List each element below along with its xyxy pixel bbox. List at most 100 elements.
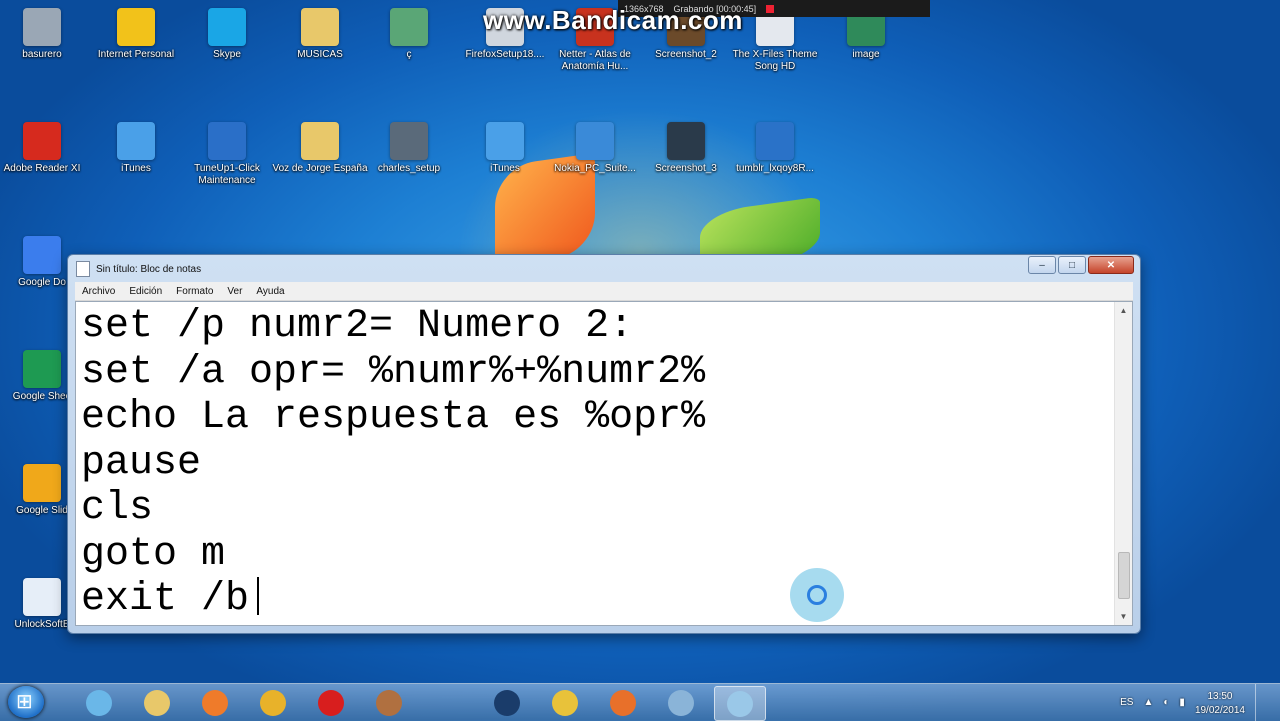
show-desktop-button[interactable]	[1255, 684, 1268, 721]
scroll-up-icon[interactable]: ▲	[1115, 302, 1132, 319]
language-indicator[interactable]: ES	[1120, 697, 1133, 708]
media-player-icon	[202, 689, 228, 716]
volume-icon[interactable]: ◐	[1163, 697, 1169, 708]
desktop-icon[interactable]: Adobe Reader XI	[0, 122, 90, 175]
taskbar-button-folder[interactable]	[132, 686, 182, 719]
desktop-icon-label: MUSICAS	[297, 49, 343, 60]
itunes-icon	[486, 122, 524, 160]
desktop-icon-label: iTunes	[121, 163, 151, 174]
desktop-icon[interactable]: ç	[361, 8, 457, 61]
menu-bar: Archivo Edición Formato Ver Ayuda	[75, 282, 1133, 301]
desktop-icon-label: charles_setup	[377, 163, 441, 174]
desktop-icon[interactable]: iTunes	[457, 122, 553, 175]
personal-icon	[117, 8, 155, 46]
scroll-down-icon[interactable]: ▼	[1115, 608, 1132, 625]
firefox-icon	[610, 689, 636, 716]
guitar-icon	[376, 689, 402, 716]
code-line: goto m	[81, 531, 226, 577]
notepad-icon	[727, 690, 753, 717]
desktop-icon-label: The X-Files Theme Song HD	[732, 49, 818, 72]
desktop-icon-label: TuneUp1-Click Maintenance	[194, 163, 260, 186]
system-tray: ES ▲ ◐ ▮ 13:50 19/02/2014	[1120, 684, 1280, 721]
text-editor[interactable]: set /p numr2= Numero 2: set /a opr= %num…	[75, 301, 1133, 626]
show-hidden-icon[interactable]: ▲	[1143, 697, 1153, 708]
folder-icon	[301, 8, 339, 46]
text-caret	[257, 577, 260, 615]
taskbar-button-app[interactable]	[364, 686, 414, 719]
menu-formato[interactable]: Formato	[169, 286, 220, 297]
desktop-icon-label: Adobe Reader XI	[3, 163, 81, 174]
minimize-button[interactable]: –	[1028, 256, 1056, 274]
taskbar-button-chrome[interactable]	[248, 686, 298, 719]
taskbar-button-notepad[interactable]	[714, 686, 766, 721]
taskbar-button-network[interactable]	[656, 686, 706, 719]
close-button[interactable]: ✕	[1088, 256, 1134, 274]
window-title: Sin título: Bloc de notas	[96, 263, 202, 275]
desktop-icon[interactable]: basurero	[0, 8, 90, 61]
mouse-cursor-highlight	[790, 568, 844, 622]
desktop-icon-label: Nokia_PC_Suite...	[554, 163, 636, 174]
notepad-icon	[76, 261, 90, 277]
desktop-icon[interactable]: Nokia_PC_Suite...	[547, 122, 643, 175]
desktop-icon-label: tumblr_lxqoy8R...	[736, 163, 814, 174]
desktop-icon[interactable]: Screenshot_3	[638, 122, 734, 175]
google-sheets-icon	[23, 350, 61, 388]
taskbar-button-explorer[interactable]	[74, 686, 124, 719]
desktop-icon-label: iTunes	[490, 163, 520, 174]
desktop-icon-label: Screenshot_2	[655, 49, 717, 60]
download-icon	[576, 122, 614, 160]
desktop-icon[interactable]: Internet Personal	[88, 8, 184, 61]
euro-icon	[494, 689, 520, 716]
desktop-icon[interactable]: Skype	[179, 8, 275, 61]
taskbar-button-messenger[interactable]	[540, 686, 590, 719]
desktop-icon[interactable]: TuneUp1-Click Maintenance	[179, 122, 275, 187]
menu-archivo[interactable]: Archivo	[75, 286, 122, 297]
start-button[interactable]	[8, 686, 44, 718]
code-line: set /p numr2= Numero 2:	[81, 304, 634, 349]
code-line: pause	[81, 440, 202, 486]
editor-content[interactable]: set /p numr2= Numero 2: set /a opr= %num…	[81, 304, 1112, 623]
taskbar-button-media[interactable]	[190, 686, 240, 719]
hfa-icon	[23, 578, 61, 616]
itunes-icon	[117, 122, 155, 160]
code-line: echo La respuesta es %opr%	[81, 395, 706, 440]
code-line: set /a opr= %numr%+%numr2%	[81, 349, 706, 395]
notepad-window[interactable]: Sin título: Bloc de notas – □ ✕ Archivo …	[67, 254, 1141, 634]
folder-icon	[301, 122, 339, 160]
desktop-icon[interactable]: iTunes	[88, 122, 184, 175]
desktop-icon[interactable]: charles_setup	[361, 122, 457, 175]
scroll-thumb[interactable]	[1118, 552, 1130, 599]
stop-record-icon[interactable]	[766, 4, 775, 13]
recycle-bin-icon	[23, 8, 61, 46]
desktop-icon[interactable]: Voz de Jorge España	[272, 122, 368, 175]
code-line-last: exit /b	[81, 577, 1112, 623]
bandicam-watermark: www.Bandicam.com	[483, 5, 743, 35]
vertical-scrollbar[interactable]: ▲ ▼	[1114, 302, 1132, 625]
clock-date: 19/02/2014	[1194, 704, 1245, 716]
code-line: cls	[81, 486, 154, 531]
desktop-icon-label: Internet Personal	[97, 49, 175, 60]
taskbar-button-firefox[interactable]	[598, 686, 648, 719]
folder-icon	[144, 689, 170, 716]
clock[interactable]: 13:50 19/02/2014	[1195, 689, 1245, 717]
desktop-icon-label: ç	[406, 49, 412, 60]
taskbar-button-recorder[interactable]	[306, 686, 356, 719]
windows-explorer-icon	[86, 689, 112, 716]
menu-ver[interactable]: Ver	[220, 286, 249, 297]
menu-ayuda[interactable]: Ayuda	[249, 286, 291, 297]
tuneup-icon	[208, 122, 246, 160]
taskbar: ES ▲ ◐ ▮ 13:50 19/02/2014	[0, 683, 1280, 721]
taskbar-button-euro[interactable]	[482, 686, 532, 719]
skype-icon	[208, 8, 246, 46]
screenshot-icon	[667, 122, 705, 160]
google-docs-icon	[23, 236, 61, 274]
maximize-button[interactable]: □	[1058, 256, 1086, 274]
desktop-icon-label: Netter - Atlas de Anatomía Hu...	[559, 49, 631, 72]
desktop-icon[interactable]: tumblr_lxqoy8R...	[727, 122, 823, 175]
messenger-icon	[552, 689, 578, 716]
desktop-icon[interactable]: MUSICAS	[272, 8, 368, 61]
record-icon	[318, 689, 344, 716]
notepad-titlebar[interactable]: Sin título: Bloc de notas	[76, 258, 201, 280]
menu-edicion[interactable]: Edición	[122, 286, 169, 297]
network-icon[interactable]: ▮	[1179, 697, 1185, 708]
